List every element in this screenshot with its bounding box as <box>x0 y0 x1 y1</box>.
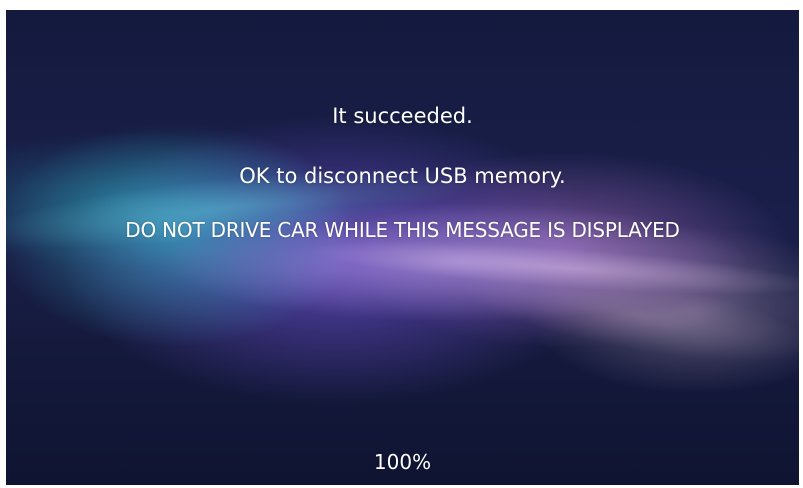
display-frame: It succeeded. OK to disconnect USB memor… <box>0 0 803 488</box>
update-complete-screen: It succeeded. OK to disconnect USB memor… <box>6 10 799 485</box>
progress-percentage: 100% <box>373 450 432 474</box>
warning-message: DO NOT DRIVE CAR WHILE THIS MESSAGE IS D… <box>125 218 680 242</box>
background-glow-pink <box>452 249 799 381</box>
instruction-message: OK to disconnect USB memory. <box>239 164 566 188</box>
status-message: It succeeded. <box>332 104 473 128</box>
